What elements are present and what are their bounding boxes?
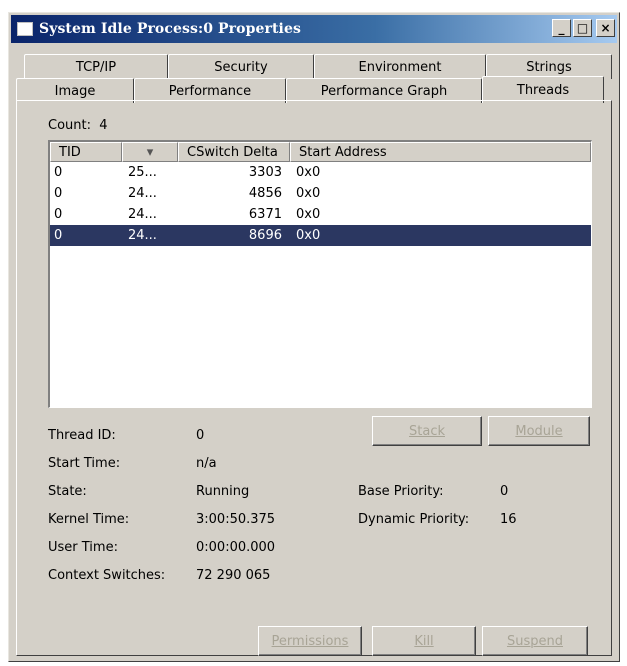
minimize-button[interactable]: _ [552, 19, 571, 37]
kernel-time-value: 3:00:50.375 [196, 512, 276, 527]
state-value: Running [196, 484, 250, 499]
thread-id-label: Thread ID: [48, 428, 116, 443]
maximize-button[interactable]: □ [573, 19, 592, 37]
table-row[interactable]: 0 24... 4856 0x0 [50, 183, 591, 204]
cell-tid: 0 [54, 186, 63, 201]
start-time-label: Start Time: [48, 456, 121, 471]
count-label: Count: [48, 118, 91, 133]
cell-start-address: 0x0 [296, 165, 321, 180]
tab-environment[interactable]: Environment [314, 54, 486, 79]
cell-cpu: 24... [128, 228, 157, 243]
context-switches-value: 72 290 065 [196, 568, 271, 583]
column-start-address[interactable]: Start Address [290, 142, 591, 162]
cell-tid: 0 [54, 165, 63, 180]
column-cswitch-delta[interactable]: CSwitch Delta [178, 142, 290, 162]
cell-cpu: 24... [128, 186, 157, 201]
permissions-button[interactable]: Permissions [258, 626, 362, 656]
module-button[interactable]: Module [488, 416, 590, 446]
close-button[interactable]: × [596, 19, 615, 37]
window-icon [17, 22, 33, 36]
cell-tid: 0 [54, 207, 63, 222]
tab-strip: TCP/IP Security Environment Strings Imag… [16, 54, 612, 104]
cell-cswitch: 3303 [248, 165, 282, 180]
user-time-value: 0:00:00.000 [196, 540, 276, 555]
kernel-time-label: Kernel Time: [48, 512, 130, 527]
cell-cswitch: 4856 [248, 186, 282, 201]
stack-button[interactable]: Stack [372, 416, 482, 446]
cell-start-address: 0x0 [296, 186, 321, 201]
column-tid[interactable]: TID [50, 142, 122, 162]
cell-start-address: 0x0 [296, 207, 321, 222]
state-label: State: [48, 484, 87, 499]
tab-threads[interactable]: Threads [482, 76, 604, 103]
kill-button[interactable]: Kill [372, 626, 476, 656]
start-time-value: n/a [196, 456, 217, 471]
title-bar[interactable]: System Idle Process:0 Properties _ □ × [11, 15, 617, 43]
list-header: TID ▾ CSwitch Delta Start Address [50, 142, 591, 162]
cell-cpu: 25... [128, 165, 157, 180]
count-value: 4 [99, 118, 108, 133]
dynamic-priority-value: 16 [500, 512, 517, 527]
tab-security[interactable]: Security [168, 54, 314, 79]
window-title: System Idle Process:0 Properties [39, 21, 301, 37]
cell-start-address: 0x0 [296, 228, 321, 243]
column-cpu[interactable]: ▾ [122, 142, 178, 162]
dynamic-priority-label: Dynamic Priority: [358, 512, 470, 527]
thread-count: Count: 4 [48, 118, 108, 133]
cell-tid: 0 [54, 228, 63, 243]
thread-id-value: 0 [196, 428, 205, 443]
base-priority-label: Base Priority: [358, 484, 444, 499]
tab-tcpip[interactable]: TCP/IP [24, 54, 168, 79]
base-priority-value: 0 [500, 484, 509, 499]
threads-list[interactable]: TID ▾ CSwitch Delta Start Address 0 25..… [48, 140, 592, 408]
user-time-label: User Time: [48, 540, 118, 555]
table-row-selected[interactable]: 0 24... 8696 0x0 [50, 225, 591, 246]
context-switches-label: Context Switches: [48, 568, 166, 583]
table-row[interactable]: 0 24... 6371 0x0 [50, 204, 591, 225]
title-buttons: _ □ × [552, 19, 615, 37]
cell-cpu: 24... [128, 207, 157, 222]
cell-cswitch: 6371 [248, 207, 282, 222]
cell-cswitch: 8696 [248, 228, 282, 243]
suspend-button[interactable]: Suspend [482, 626, 588, 656]
table-row[interactable]: 0 25... 3303 0x0 [50, 162, 591, 183]
